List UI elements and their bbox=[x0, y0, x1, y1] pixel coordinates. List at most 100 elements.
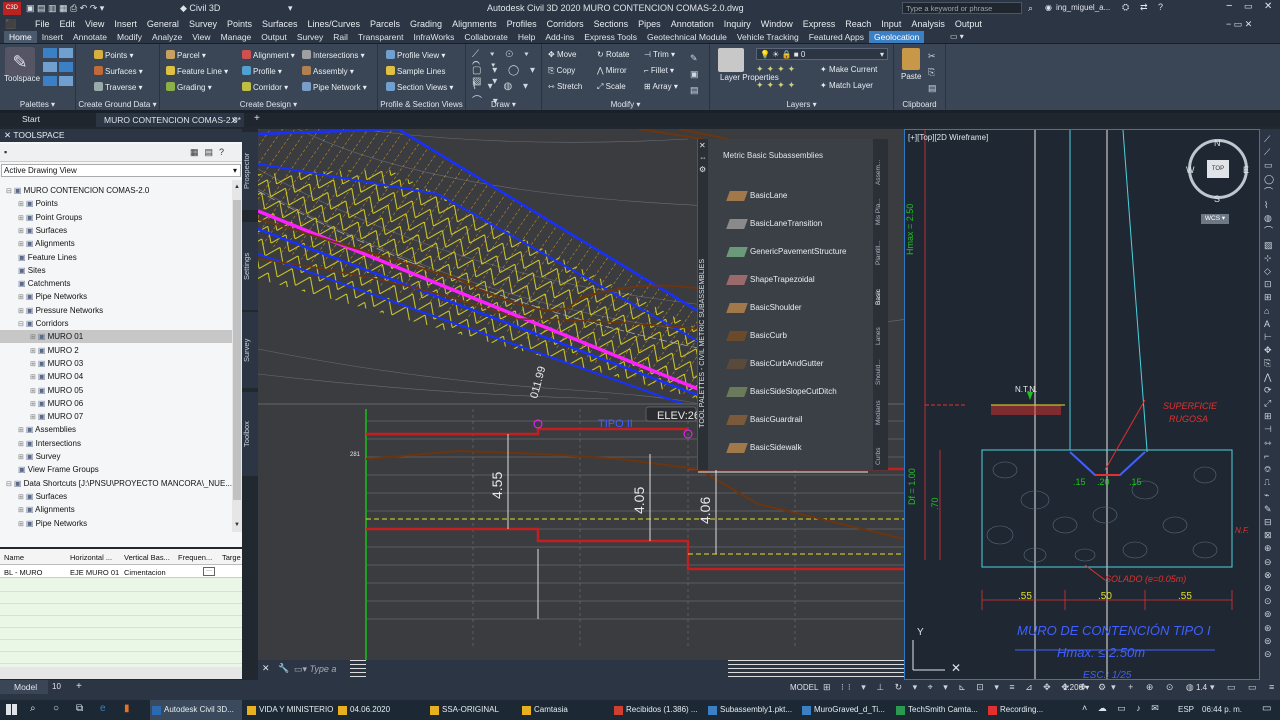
tree-item-corridors[interactable]: ⊟ ▣ Corridors bbox=[0, 317, 232, 330]
tree-item-pipenetworks[interactable]: ⊞ ▣ Pipe Networks bbox=[0, 290, 232, 303]
palette-tab[interactable]: Mis Pla... bbox=[875, 187, 882, 225]
tree-item-survey[interactable]: ⊞ ▣ Survey bbox=[0, 450, 232, 463]
windows-start-icon[interactable] bbox=[6, 704, 17, 715]
toolspace-settings-icon[interactable]: ▪ bbox=[4, 147, 7, 157]
palette-item-basiclanetransition[interactable]: BasicLaneTransition bbox=[750, 219, 822, 228]
menu-points[interactable]: Points bbox=[222, 17, 257, 31]
expand-icon[interactable]: ⊞ bbox=[30, 414, 38, 421]
tree-item-catchments[interactable]: ▣ Catchments bbox=[0, 277, 232, 290]
autohide-icon[interactable]: ⇔ bbox=[699, 153, 707, 162]
tab-transparent[interactable]: Transparent bbox=[353, 31, 409, 43]
search-icon[interactable]: ⌕ bbox=[30, 703, 36, 714]
intersections-button[interactable]: Intersections ▾ bbox=[302, 50, 365, 60]
properties-icon[interactable]: ⚙ bbox=[699, 165, 706, 174]
ground-label[interactable]: Create Ground Data ▾ bbox=[76, 100, 159, 109]
close-icon[interactable]: ✕ bbox=[231, 113, 238, 127]
corridor-button[interactable]: Corridor ▾ bbox=[242, 82, 288, 92]
tree-item-pointgroups[interactable]: ⊞ ▣ Point Groups bbox=[0, 211, 232, 224]
expand-icon[interactable]: ⊟ bbox=[6, 481, 14, 488]
palettes-label[interactable]: Palettes ▾ bbox=[0, 100, 75, 109]
profile-button[interactable]: Profile ▾ bbox=[242, 66, 282, 76]
tab-expresstools[interactable]: Express Tools bbox=[579, 31, 642, 43]
exchange-icon[interactable]: ⛭ bbox=[1122, 2, 1129, 13]
modify-extra-icons[interactable]: ✎ ▣ ▤ bbox=[690, 50, 699, 98]
toolspace-icon[interactable]: ✎ bbox=[5, 47, 35, 77]
tree-corridor-5[interactable]: ⊞ ▣ MURO 05 bbox=[0, 384, 232, 397]
expand-icon[interactable]: ⊞ bbox=[18, 308, 26, 315]
taskbar-app[interactable]: TechSmith Camta... bbox=[894, 700, 984, 720]
paste-button[interactable]: Paste bbox=[901, 72, 921, 81]
clipboard-icons[interactable]: ✂ ⎘ ▤ bbox=[928, 48, 937, 96]
expand-icon[interactable]: ⊞ bbox=[18, 494, 26, 501]
menu-output[interactable]: Output bbox=[950, 17, 987, 31]
tree-data-shortcuts[interactable]: ⊟ ▣ Data Shortcuts [J:\PNSU\PROYECTO MAN… bbox=[0, 477, 232, 490]
tree-item-viewframegroups[interactable]: ▣ View Frame Groups bbox=[0, 463, 232, 476]
expand-icon[interactable]: ⊟ bbox=[18, 321, 26, 328]
sample-lines-button[interactable]: Sample Lines bbox=[386, 66, 445, 76]
toolspace-button[interactable]: Toolspace bbox=[4, 74, 40, 83]
tab-addins[interactable]: Add-ins bbox=[540, 31, 579, 43]
edge-icon[interactable]: e bbox=[100, 703, 106, 714]
menu-grading[interactable]: Grading bbox=[405, 17, 447, 31]
tree-item-alignments[interactable]: ⊞ ▣ Alignments bbox=[0, 237, 232, 250]
taskbar-app[interactable]: Recording... bbox=[986, 700, 1064, 720]
expand-icon[interactable]: ⊞ bbox=[18, 427, 26, 434]
tab-help[interactable]: Help bbox=[513, 31, 540, 43]
tab-infraworks[interactable]: InfraWorks bbox=[408, 31, 459, 43]
tab-manage[interactable]: Manage bbox=[216, 31, 257, 43]
close-button[interactable]: ✕ bbox=[1264, 1, 1272, 12]
menu-input[interactable]: Input bbox=[876, 17, 906, 31]
menu-parcels[interactable]: Parcels bbox=[365, 17, 405, 31]
clock[interactable]: 06:44 p. m. bbox=[1202, 705, 1242, 714]
tree-item-featurelines[interactable]: ▣ Feature Lines bbox=[0, 251, 232, 264]
palette-item-basiccurb[interactable]: BasicCurb bbox=[750, 331, 787, 340]
wrench-icon[interactable]: 🔧 bbox=[278, 663, 289, 674]
menu-linescurves[interactable]: Lines/Curves bbox=[303, 17, 366, 31]
menu-survey[interactable]: Survey bbox=[184, 17, 222, 31]
tab-featuredapps[interactable]: Featured Apps bbox=[804, 31, 869, 43]
expand-icon[interactable]: ⊞ bbox=[30, 334, 38, 341]
office-icon[interactable]: ▮ bbox=[124, 703, 130, 714]
move-button[interactable]: ✥ Move bbox=[548, 50, 577, 59]
grid-header-cell[interactable]: Targe bbox=[222, 553, 241, 562]
taskbar-app[interactable]: SSA-ORIGINAL bbox=[428, 700, 518, 720]
menu-view[interactable]: View bbox=[80, 17, 109, 31]
menu-sections[interactable]: Sections bbox=[589, 17, 634, 31]
profile-view-button[interactable]: Profile View ▾ bbox=[386, 50, 445, 60]
palette-tab[interactable]: Basic bbox=[875, 267, 882, 305]
tab-output[interactable]: Output bbox=[256, 31, 292, 43]
scale-button[interactable]: ⤢ Scale bbox=[597, 82, 626, 92]
status-tray-icons[interactable]: ▾ ▭ ▭ ≡ bbox=[1210, 682, 1279, 693]
fillet-button[interactable]: ⌐ Fillet ▾ bbox=[644, 66, 674, 75]
annotation-scale[interactable]: 1:200 ▾ bbox=[1063, 683, 1089, 692]
grid-header-cell[interactable]: Vertical Bas... bbox=[124, 553, 170, 562]
expand-icon[interactable]: ⊞ bbox=[30, 361, 38, 368]
grid-cell[interactable]: BL - MURO bbox=[4, 568, 42, 577]
taskbar-app[interactable]: Subassembly1.pkt... bbox=[706, 700, 798, 720]
menu-corridors[interactable]: Corridors bbox=[542, 17, 589, 31]
expand-icon[interactable]: ⊞ bbox=[18, 201, 26, 208]
section-views-button[interactable]: Section Views ▾ bbox=[386, 82, 453, 92]
palette-tab[interactable]: Assem... bbox=[875, 147, 882, 185]
tree-shortcut-pipenetworks[interactable]: ⊞ ▣ Pipe Networks bbox=[0, 517, 232, 530]
points-button[interactable]: Points ▾ bbox=[94, 50, 133, 60]
create-design-label[interactable]: Create Design ▾ bbox=[160, 100, 377, 109]
tab-survey[interactable]: Survey bbox=[292, 31, 328, 43]
ellipsis-button[interactable]: ··· bbox=[203, 567, 215, 576]
tree-shortcut-surfaces[interactable]: ⊞ ▣ Surfaces bbox=[0, 490, 232, 503]
maximize-button[interactable]: ▭ bbox=[1244, 1, 1253, 12]
stretch-button[interactable]: ⇿ Stretch bbox=[548, 82, 582, 91]
palette-item-basicsidewalk[interactable]: BasicSidewalk bbox=[750, 443, 802, 452]
tree-item-pressurenetworks[interactable]: ⊞ ▣ Pressure Networks bbox=[0, 304, 232, 317]
layer-properties-icon[interactable] bbox=[718, 48, 744, 72]
palette-item-basicguardrail[interactable]: BasicGuardrail bbox=[750, 415, 802, 424]
menu-alignments[interactable]: Alignments bbox=[447, 17, 502, 31]
expand-icon[interactable]: ⊞ bbox=[18, 215, 26, 222]
parcel-button[interactable]: Parcel ▾ bbox=[166, 50, 206, 60]
menu-inquiry[interactable]: Inquiry bbox=[719, 17, 756, 31]
active-doc-tab[interactable]: MURO CONTENCION COMAS-2.0* ✕ bbox=[96, 113, 244, 127]
tab-geolocation[interactable]: Geolocation bbox=[869, 31, 925, 43]
tree-corridor-7[interactable]: ⊞ ▣ MURO 07 bbox=[0, 410, 232, 423]
taskbar-app[interactable]: MuroGraved_d_Ti... bbox=[800, 700, 892, 720]
assembly-button[interactable]: Assembly ▾ bbox=[302, 66, 354, 76]
